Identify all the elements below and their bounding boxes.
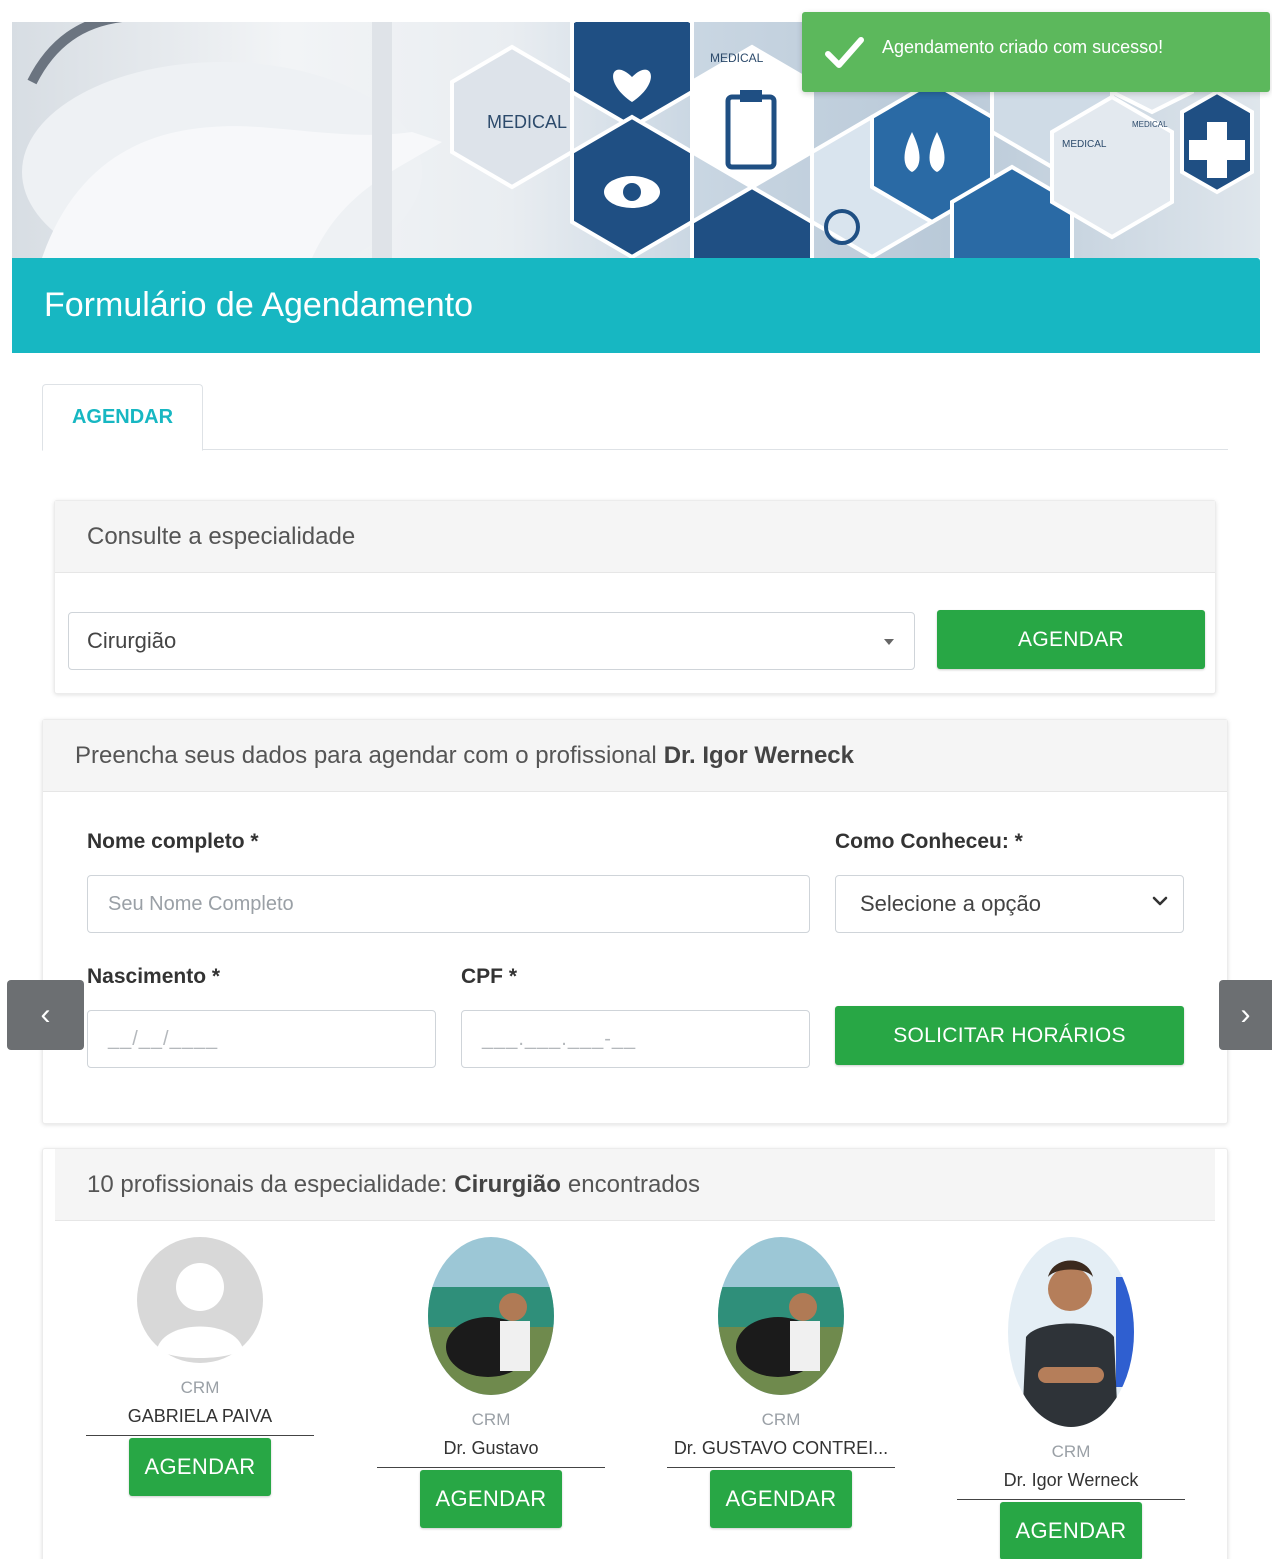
carousel-prev-button[interactable]: ‹ [7, 980, 84, 1050]
professional-name: Dr. Igor Werneck [957, 1470, 1185, 1500]
professional-photo [428, 1237, 554, 1395]
specialty-card: Consulte a especialidade Cirurgião AGEND… [54, 500, 1216, 694]
svg-text:MEDICAL: MEDICAL [710, 51, 764, 65]
form-header: Formulário de Agendamento [12, 258, 1260, 353]
professional-card: CRM Dr. GUSTAVO CONTREI... AGENDAR [667, 1237, 895, 1528]
professional-photo [1008, 1237, 1134, 1427]
professional-crm: CRM [1051, 1442, 1091, 1461]
professional-card: CRM Dr. Igor Werneck AGENDAR [957, 1237, 1185, 1559]
professional-photo [718, 1237, 844, 1395]
full-name-placeholder: Seu Nome Completo [108, 892, 294, 915]
selected-professional-name: Dr. Igor Werneck [663, 741, 854, 769]
specialty-card-heading: Consulte a especialidade [55, 501, 1215, 573]
tab-bar: AGENDAR [42, 384, 1228, 451]
svg-text:MEDICAL: MEDICAL [487, 112, 567, 132]
chevron-left-icon: ‹ [40, 998, 51, 1031]
form-card-heading: Preencha seus dados para agendar com o p… [43, 720, 1227, 792]
professional-crm: CRM [180, 1378, 220, 1397]
caret-down-icon [884, 639, 894, 645]
professionals-count-text: 10 profissionais da especialidade: [87, 1170, 448, 1198]
avatar-placeholder [137, 1237, 263, 1363]
check-icon [825, 37, 864, 68]
professional-card: CRM Dr. Gustavo AGENDAR [377, 1237, 605, 1528]
how-found-select-value: Selecione a opção [860, 891, 1042, 916]
birth-label: Nascimento * [87, 965, 221, 988]
patient-form-card: Preencha seus dados para agendar com o p… [42, 719, 1228, 1124]
professional-name: Dr. GUSTAVO CONTREI... [667, 1438, 895, 1468]
how-found-select[interactable]: Selecione a opção [835, 875, 1184, 933]
specialty-agendar-button[interactable]: AGENDAR [937, 610, 1205, 669]
cpf-mask: ___.___.___-__ [482, 1027, 637, 1050]
toast-message: Agendamento criado com sucesso! [882, 36, 1164, 57]
professional-agendar-button[interactable]: AGENDAR [1000, 1502, 1142, 1559]
professional-agendar-button[interactable]: AGENDAR [710, 1470, 852, 1528]
professional-agendar-button[interactable]: AGENDAR [420, 1470, 562, 1528]
cpf-input[interactable]: ___.___.___-__ [461, 1010, 810, 1068]
professional-name: Dr. Gustavo [377, 1438, 605, 1468]
chevron-down-icon [1152, 896, 1168, 906]
professionals-specialty: Cirurgião [454, 1170, 561, 1198]
source-label: Como Conheceu: * [835, 830, 1023, 853]
professional-name: GABRIELA PAIVA [86, 1406, 314, 1436]
professionals-suffix: encontrados [567, 1170, 701, 1198]
tab-agendar[interactable]: AGENDAR [42, 384, 203, 451]
birth-date-mask: __/__/____ [108, 1027, 219, 1050]
chevron-right-icon: › [1240, 998, 1251, 1031]
professional-crm: CRM [761, 1410, 801, 1429]
svg-text:MEDICAL: MEDICAL [1062, 139, 1107, 150]
professional-card: CRM GABRIELA PAIVA AGENDAR [86, 1237, 314, 1496]
professional-crm: CRM [471, 1410, 511, 1429]
professionals-card: 10 profissionais da especialidade: Cirur… [42, 1148, 1228, 1559]
full-name-input[interactable]: Seu Nome Completo [87, 875, 810, 933]
specialty-select-value: Cirurgião [87, 628, 177, 653]
professional-agendar-button[interactable]: AGENDAR [129, 1438, 271, 1496]
cpf-label: CPF * [461, 965, 518, 988]
svg-text:MEDICAL: MEDICAL [1132, 120, 1168, 129]
success-toast[interactable]: Agendamento criado com sucesso! [802, 12, 1270, 92]
form-heading-text: Preencha seus dados para agendar com o p… [75, 741, 657, 769]
page-title: Formulário de Agendamento [44, 286, 474, 324]
professionals-heading: 10 profissionais da especialidade: Cirur… [55, 1149, 1215, 1221]
birth-date-input[interactable]: __/__/____ [87, 1010, 436, 1068]
specialty-select[interactable]: Cirurgião [68, 612, 915, 670]
name-label: Nome completo * [87, 830, 259, 853]
carousel-next-button[interactable]: › [1219, 980, 1272, 1050]
request-times-button[interactable]: SOLICITAR HORÁRIOS [835, 1006, 1184, 1065]
